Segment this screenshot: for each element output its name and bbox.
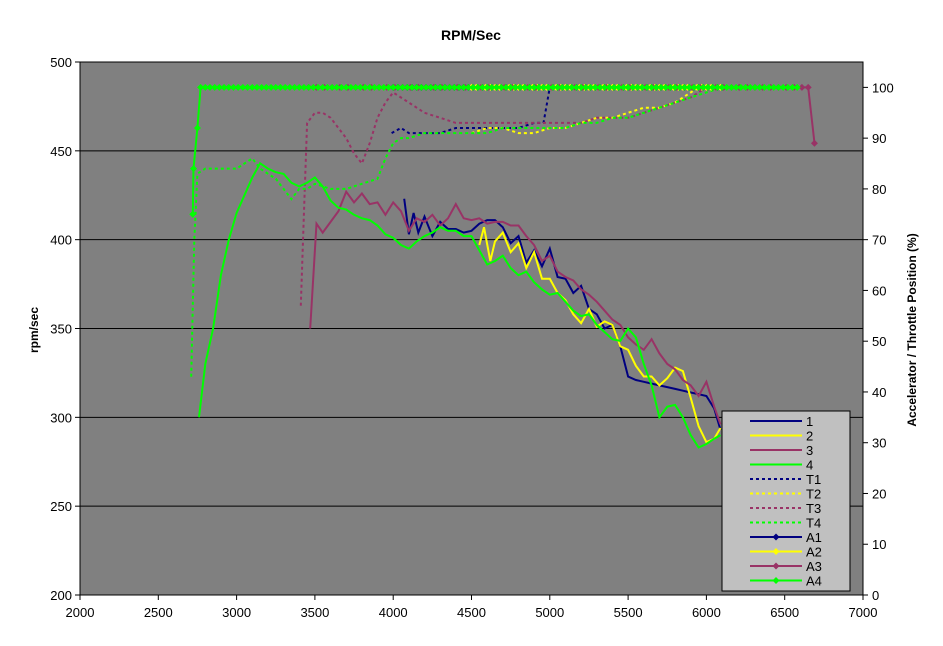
y-tick-label: 250 (50, 499, 72, 514)
chart-title: RPM/Sec (441, 27, 501, 43)
legend-label-2: 2 (806, 429, 813, 444)
chart-svg: 2000 2500 3000 3500 4000 4500 5000 5500 6000 6500… (27, 27, 919, 620)
legend-label-A3: A3 (806, 559, 822, 574)
y-tick-labels: 200 250 300 350 400 450 500 (50, 55, 80, 603)
legend-label-T1: T1 (806, 472, 821, 487)
y-tick-label: 300 (50, 410, 72, 425)
legend-label-3: 3 (806, 443, 813, 458)
y-tick-label: 350 (50, 322, 72, 337)
x-tick-label: 6000 (692, 605, 721, 620)
y2-tick-label: 0 (872, 588, 879, 603)
y2-tick-labels: 0 10 20 30 40 50 60 70 80 90 100 (863, 80, 894, 603)
x-tick-label: 2000 (66, 605, 95, 620)
y2-axis-label: Accelerator / Throttle Position (%) (905, 233, 919, 426)
y2-tick-label: 20 (872, 486, 886, 501)
legend-label-A1: A1 (806, 530, 822, 545)
y2-tick-label: 90 (872, 131, 886, 146)
y-tick-label: 450 (50, 144, 72, 159)
y-tick-label: 200 (50, 588, 72, 603)
legend: 1234T1T2T3T4A1A2A3A4 (721, 410, 851, 592)
y2-tick-label: 30 (872, 436, 886, 451)
x-tick-label: 4000 (379, 605, 408, 620)
y2-tick-label: 10 (872, 537, 886, 552)
y2-tick-label: 60 (872, 283, 886, 298)
x-tick-label: 3500 (300, 605, 329, 620)
legend-label-T3: T3 (806, 501, 821, 516)
legend-label-A4: A4 (806, 574, 822, 589)
legend-label-1: 1 (806, 414, 813, 429)
y2-tick-label: 70 (872, 233, 886, 248)
chart-root: 2000 2500 3000 3500 4000 4500 5000 5500 6000 6500… (0, 0, 943, 646)
y2-tick-label: 40 (872, 385, 886, 400)
y-tick-label: 400 (50, 233, 72, 248)
y-tick-label: 500 (50, 55, 72, 70)
x-tick-label: 5500 (614, 605, 643, 620)
legend-box (721, 410, 851, 592)
legend-label-4: 4 (806, 458, 813, 473)
y2-tick-label: 50 (872, 334, 886, 349)
x-tick-labels: 2000 2500 3000 3500 4000 4500 5000 5500 6000 6500… (66, 595, 878, 620)
x-tick-label: 5000 (535, 605, 564, 620)
y2-tick-label: 80 (872, 182, 886, 197)
x-tick-label: 6500 (770, 605, 799, 620)
x-tick-label: 4500 (457, 605, 486, 620)
x-tick-label: 3000 (222, 605, 251, 620)
y2-tick-label: 100 (872, 80, 894, 95)
legend-label-T2: T2 (806, 487, 821, 502)
y-axis-label: rpm/sec (27, 307, 41, 353)
x-tick-label: 7000 (849, 605, 878, 620)
legend-label-A2: A2 (806, 545, 822, 560)
legend-label-T4: T4 (806, 516, 821, 531)
x-tick-label: 2500 (144, 605, 173, 620)
